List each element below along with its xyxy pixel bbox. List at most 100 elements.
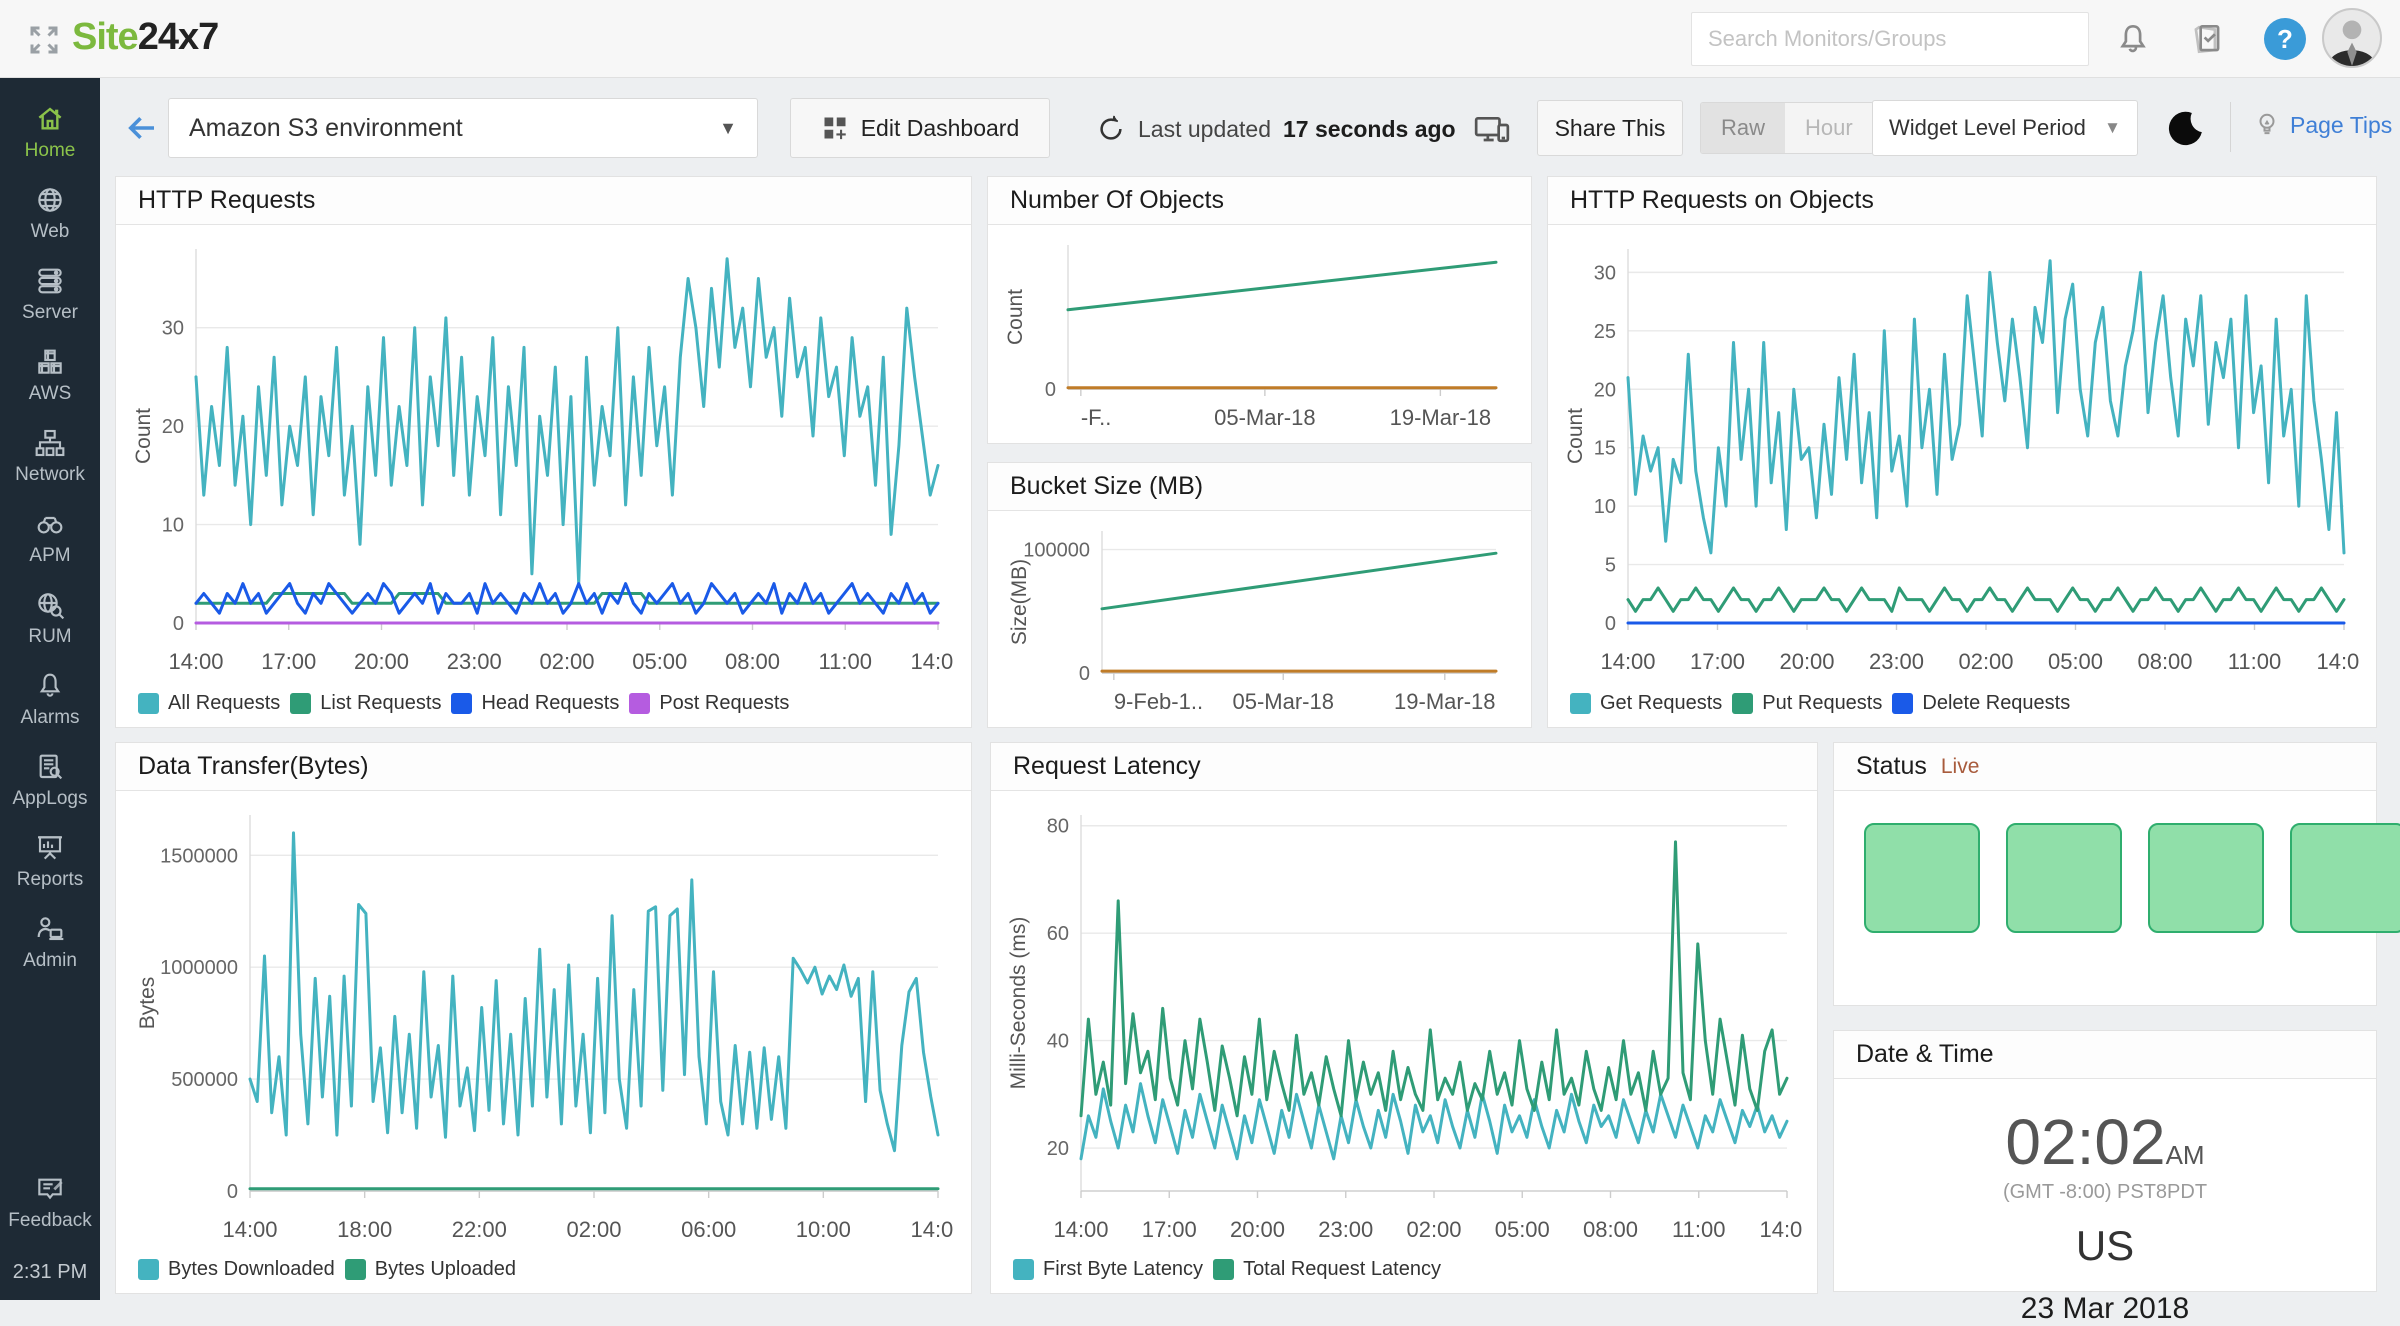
status-tile[interactable]: [2148, 823, 2264, 933]
home-icon: [34, 103, 66, 135]
page-tips-link[interactable]: Page Tips: [2252, 110, 2392, 140]
toggle-hour[interactable]: Hour: [1785, 103, 1873, 153]
svg-text:17:00: 17:00: [1690, 649, 1745, 674]
legend-item[interactable]: All Requests: [138, 692, 280, 715]
svg-text:18:00: 18:00: [337, 1217, 392, 1242]
widget-number-of-objects: Number Of Objects 0-F..05-Mar-1819-Mar-1…: [987, 176, 1532, 444]
widget-title: Number Of Objects: [988, 177, 1531, 225]
sidebar-item-reports[interactable]: Reports: [0, 821, 100, 902]
widget-level-period-select[interactable]: Widget Level Period ▼: [1872, 100, 2138, 156]
share-this-button[interactable]: Share This: [1537, 100, 1683, 156]
bell-icon[interactable]: [2114, 20, 2152, 58]
svg-text:30: 30: [1594, 262, 1616, 284]
request-latency-chart[interactable]: 2040608014:0017:0020:0023:0002:0005:0008…: [999, 797, 1803, 1254]
legend-swatch: [1213, 1259, 1234, 1280]
chart-legend[interactable]: All Requests List Requests Head Requests Po…: [138, 692, 799, 715]
http-requests-chart[interactable]: 010203014:0017:0020:0023:0002:0005:0008:…: [124, 231, 954, 686]
dashboard-content: Amazon S3 environment ▼ Edit Dashboard L…: [100, 78, 2400, 1300]
svg-text:14:00: 14:00: [1759, 1217, 1803, 1242]
sidebar-item-alarms[interactable]: Alarms: [0, 659, 100, 740]
legend-label: Total Request Latency: [1243, 1258, 1441, 1281]
sidebar-item-server[interactable]: Server: [0, 254, 100, 335]
sidebar-item-apm[interactable]: APM: [0, 497, 100, 578]
alarm-bell-icon: [34, 670, 66, 702]
data-transfer-chart[interactable]: 05000001000000150000014:0018:0022:0002:0…: [124, 797, 954, 1254]
dashboard-selector[interactable]: Amazon S3 environment ▼: [168, 98, 758, 158]
sidebar-item-feedback[interactable]: Feedback: [0, 1162, 100, 1243]
legend-item[interactable]: Total Request Latency: [1213, 1258, 1441, 1281]
svg-text:05:00: 05:00: [2048, 649, 2103, 674]
legend-item[interactable]: Bytes Downloaded: [138, 1258, 335, 1281]
svg-text:Count: Count: [1004, 289, 1027, 345]
svg-text:0: 0: [1605, 613, 1616, 635]
svg-text:Milli-Seconds (ms): Milli-Seconds (ms): [1007, 917, 1030, 1090]
legend-item[interactable]: Delete Requests: [1892, 692, 2070, 715]
widget-data-transfer: Data Transfer(Bytes) 0500000100000015000…: [115, 742, 972, 1294]
expand-icon[interactable]: [26, 22, 62, 58]
sidebar-item-aws[interactable]: AWS: [0, 335, 100, 416]
sidebar-item-network[interactable]: Network: [0, 416, 100, 497]
svg-text:14:00: 14:00: [222, 1217, 277, 1242]
globe-icon: [34, 184, 66, 216]
svg-text:06:00: 06:00: [681, 1217, 736, 1242]
legend-item[interactable]: Bytes Uploaded: [345, 1258, 516, 1281]
legend-item[interactable]: First Byte Latency: [1013, 1258, 1203, 1281]
legend-item[interactable]: Head Requests: [451, 692, 619, 715]
svg-text:14:00: 14:00: [2316, 649, 2360, 674]
svg-text:08:00: 08:00: [2137, 649, 2192, 674]
svg-text:20:00: 20:00: [1230, 1217, 1285, 1242]
sidebar-item-web[interactable]: Web: [0, 173, 100, 254]
back-arrow-icon[interactable]: [124, 110, 160, 146]
sidebar-item-home[interactable]: Home: [0, 92, 100, 173]
server-icon: [34, 265, 66, 297]
sidebar-item-rum[interactable]: RUM: [0, 578, 100, 659]
legend-item[interactable]: Put Requests: [1732, 692, 1882, 715]
bulb-icon: [2252, 110, 2282, 140]
widget-title: HTTP Requests on Objects: [1548, 177, 2376, 225]
widget-bucket-size: Bucket Size (MB) 01000009-Feb-1..05-Mar-…: [987, 462, 1532, 728]
legend-item[interactable]: Get Requests: [1570, 692, 1722, 715]
help-icon[interactable]: ?: [2264, 18, 2306, 60]
legend-label: List Requests: [320, 692, 441, 715]
http-requests-on-objects-chart[interactable]: 05101520253014:0017:0020:0023:0002:0005:…: [1556, 231, 2360, 686]
legend-label: Get Requests: [1600, 692, 1722, 715]
legend-item[interactable]: List Requests: [290, 692, 441, 715]
sidebar-item-applogs[interactable]: AppLogs: [0, 740, 100, 821]
edit-dashboard-button[interactable]: Edit Dashboard: [790, 98, 1050, 158]
status-tile[interactable]: [2290, 823, 2400, 933]
binoculars-icon: [34, 508, 66, 540]
sidebar-item-admin[interactable]: Admin: [0, 902, 100, 983]
chevron-down-icon: ▼: [719, 118, 737, 139]
svg-text:0: 0: [1045, 379, 1056, 401]
avatar[interactable]: [2322, 8, 2382, 68]
chart-legend[interactable]: Get Requests Put Requests Delete Requests: [1570, 692, 2080, 715]
globe-magnifier-icon: [34, 589, 66, 621]
widget-title: Bucket Size (MB): [988, 463, 1531, 511]
chart-legend[interactable]: Bytes Downloaded Bytes Uploaded: [138, 1258, 526, 1281]
top-bar: Site24x7 ?: [0, 0, 2400, 78]
status-tile[interactable]: [1864, 823, 1980, 933]
bucket-size-chart[interactable]: 01000009-Feb-1..05-Mar-1819-Mar-18Size(M…: [996, 517, 1518, 726]
svg-text:Bytes: Bytes: [136, 977, 159, 1030]
legend-swatch: [290, 693, 311, 714]
number-of-objects-chart[interactable]: 0-F..05-Mar-1819-Mar-18Count: [996, 231, 1518, 442]
svg-text:Count: Count: [132, 408, 155, 464]
svg-text:30: 30: [162, 318, 184, 340]
aws-cubes-icon: [34, 346, 66, 378]
svg-text:15: 15: [1594, 438, 1616, 460]
svg-text:5: 5: [1605, 555, 1616, 577]
legend-item[interactable]: Post Requests: [629, 692, 789, 715]
widget-http-requests: HTTP Requests 010203014:0017:0020:0023:0…: [115, 176, 972, 728]
devices-icon[interactable]: [1472, 110, 1512, 150]
refresh-icon[interactable]: [1096, 114, 1126, 144]
toggle-raw[interactable]: Raw: [1701, 103, 1785, 153]
chart-legend[interactable]: First Byte Latency Total Request Latency: [1013, 1258, 1451, 1281]
search-input[interactable]: [1691, 12, 2089, 66]
tasks-icon[interactable]: [2188, 20, 2226, 58]
dark-mode-moon-icon[interactable]: [2166, 108, 2206, 148]
legend-swatch: [629, 693, 650, 714]
widget-title: Request Latency: [991, 743, 1817, 791]
presentation-icon: [34, 832, 66, 864]
status-tile[interactable]: [2006, 823, 2122, 933]
site24x7-logo[interactable]: Site24x7: [72, 16, 218, 59]
